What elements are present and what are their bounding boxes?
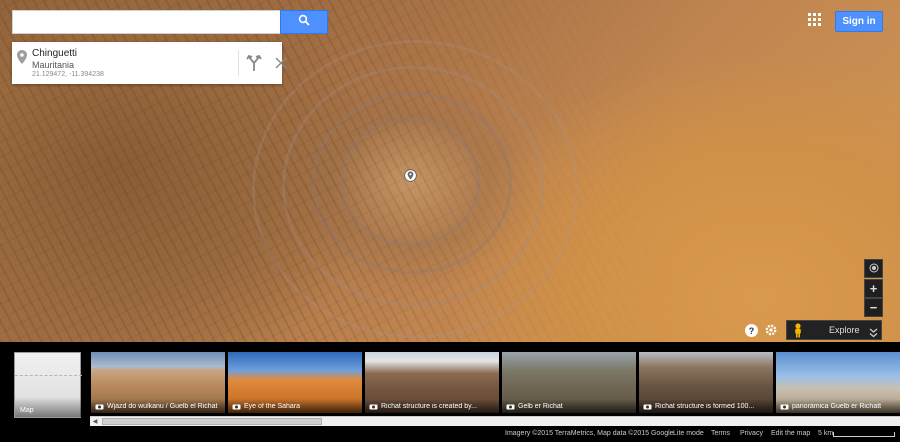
photo-caption: Wjazd do wulkanu / Guelb el Richat bbox=[91, 399, 225, 413]
photo-caption-text: Richat structure is formed 100... bbox=[655, 402, 755, 410]
camera-icon bbox=[643, 397, 652, 413]
pegman-icon[interactable] bbox=[793, 323, 803, 343]
photo-caption-text: Richat structure is created by... bbox=[381, 402, 477, 410]
photo-caption: Eye of the Sahara bbox=[228, 399, 362, 413]
place-country: Mauritania bbox=[32, 60, 75, 70]
scrollbar-thumb[interactable] bbox=[102, 418, 322, 425]
photo-thumbnail[interactable]: panorámica Guelb er Richatt bbox=[776, 352, 900, 413]
chevron-left-icon: ◀ bbox=[92, 419, 98, 425]
zoom-out-button[interactable]: − bbox=[864, 298, 883, 317]
place-name: Chinguetti bbox=[32, 48, 78, 59]
imagery-attribution: Imagery ©2015 TerraMetrics, Map data ©20… bbox=[505, 430, 674, 437]
photo-caption-text: Eye of the Sahara bbox=[244, 402, 301, 410]
camera-icon bbox=[780, 397, 789, 413]
map-thumb-road bbox=[15, 375, 82, 376]
photo-caption: Gelb er Richat bbox=[502, 399, 636, 413]
photo-thumbnail[interactable]: Eye of the Sahara bbox=[228, 352, 362, 413]
map-marker[interactable] bbox=[404, 169, 417, 189]
photo-caption-text: Wjazd do wulkanu / Guelb el Richat bbox=[107, 402, 218, 410]
photo-strip: Map Wjazd do wulkanu / Guelb el Richat E… bbox=[0, 342, 900, 442]
close-icon bbox=[272, 57, 290, 76]
lite-mode-link[interactable]: Lite mode bbox=[673, 430, 704, 437]
map-thumb-label: Map bbox=[20, 407, 34, 414]
directions-icon bbox=[244, 54, 264, 76]
scale-bar bbox=[833, 432, 895, 437]
divider bbox=[238, 50, 239, 76]
scroll-left-button[interactable]: ◀ bbox=[90, 417, 100, 426]
my-location-button[interactable] bbox=[864, 259, 883, 278]
photo-thumbnail[interactable]: Wjazd do wulkanu / Guelb el Richat bbox=[91, 352, 225, 413]
help-button[interactable]: ? bbox=[745, 324, 758, 337]
place-card[interactable]: Chinguetti Mauritania 21.129472, -11.394… bbox=[12, 42, 287, 84]
photo-thumbnail[interactable]: Richat structure is formed 100... bbox=[639, 352, 773, 413]
explore-label: Explore bbox=[829, 325, 860, 335]
my-location-icon bbox=[869, 260, 879, 278]
privacy-link[interactable]: Privacy bbox=[740, 430, 763, 437]
explore-bar[interactable]: Explore bbox=[786, 320, 882, 340]
photo-caption-text: Gelb er Richat bbox=[518, 402, 563, 410]
camera-icon bbox=[369, 397, 378, 413]
apps-grid-icon bbox=[808, 13, 822, 31]
photo-caption: Richat structure is formed 100... bbox=[639, 399, 773, 413]
map-view-thumbnail[interactable]: Map bbox=[14, 352, 82, 418]
zoom-in-button[interactable]: + bbox=[864, 279, 883, 298]
search-button[interactable] bbox=[280, 10, 328, 34]
richat-ring bbox=[252, 40, 578, 338]
edit-map-link[interactable]: Edit the map bbox=[771, 430, 810, 437]
search-input[interactable] bbox=[12, 10, 280, 34]
close-button[interactable] bbox=[272, 54, 290, 72]
terms-link[interactable]: Terms bbox=[711, 430, 730, 437]
apps-grid-button[interactable] bbox=[808, 13, 822, 27]
directions-button[interactable] bbox=[244, 54, 264, 72]
gear-icon bbox=[764, 324, 778, 341]
camera-icon bbox=[506, 397, 515, 413]
camera-icon bbox=[232, 397, 241, 413]
camera-icon bbox=[95, 397, 104, 413]
sign-in-button[interactable]: Sign in bbox=[835, 11, 883, 32]
search-box bbox=[12, 10, 328, 34]
photo-caption: Richat structure is created by... bbox=[365, 399, 499, 413]
settings-button[interactable] bbox=[764, 323, 778, 337]
place-coordinates: 21.129472, -11.394238 bbox=[32, 71, 104, 78]
photo-strip-scrollbar[interactable]: ◀ bbox=[90, 416, 900, 426]
location-pin-icon bbox=[17, 50, 27, 69]
photo-caption: panorámica Guelb er Richatt bbox=[776, 399, 900, 413]
photo-thumbnail[interactable]: Gelb er Richat bbox=[502, 352, 636, 413]
chevron-down-icon bbox=[869, 325, 878, 343]
search-icon bbox=[298, 13, 310, 31]
location-pin-icon bbox=[404, 169, 417, 188]
map-footer: Imagery ©2015 TerraMetrics, Map data ©20… bbox=[0, 428, 900, 442]
photo-thumbnail[interactable]: Richat structure is created by... bbox=[365, 352, 499, 413]
photo-caption-text: panorámica Guelb er Richatt bbox=[792, 402, 882, 410]
scale-label: 5 km bbox=[818, 430, 834, 437]
